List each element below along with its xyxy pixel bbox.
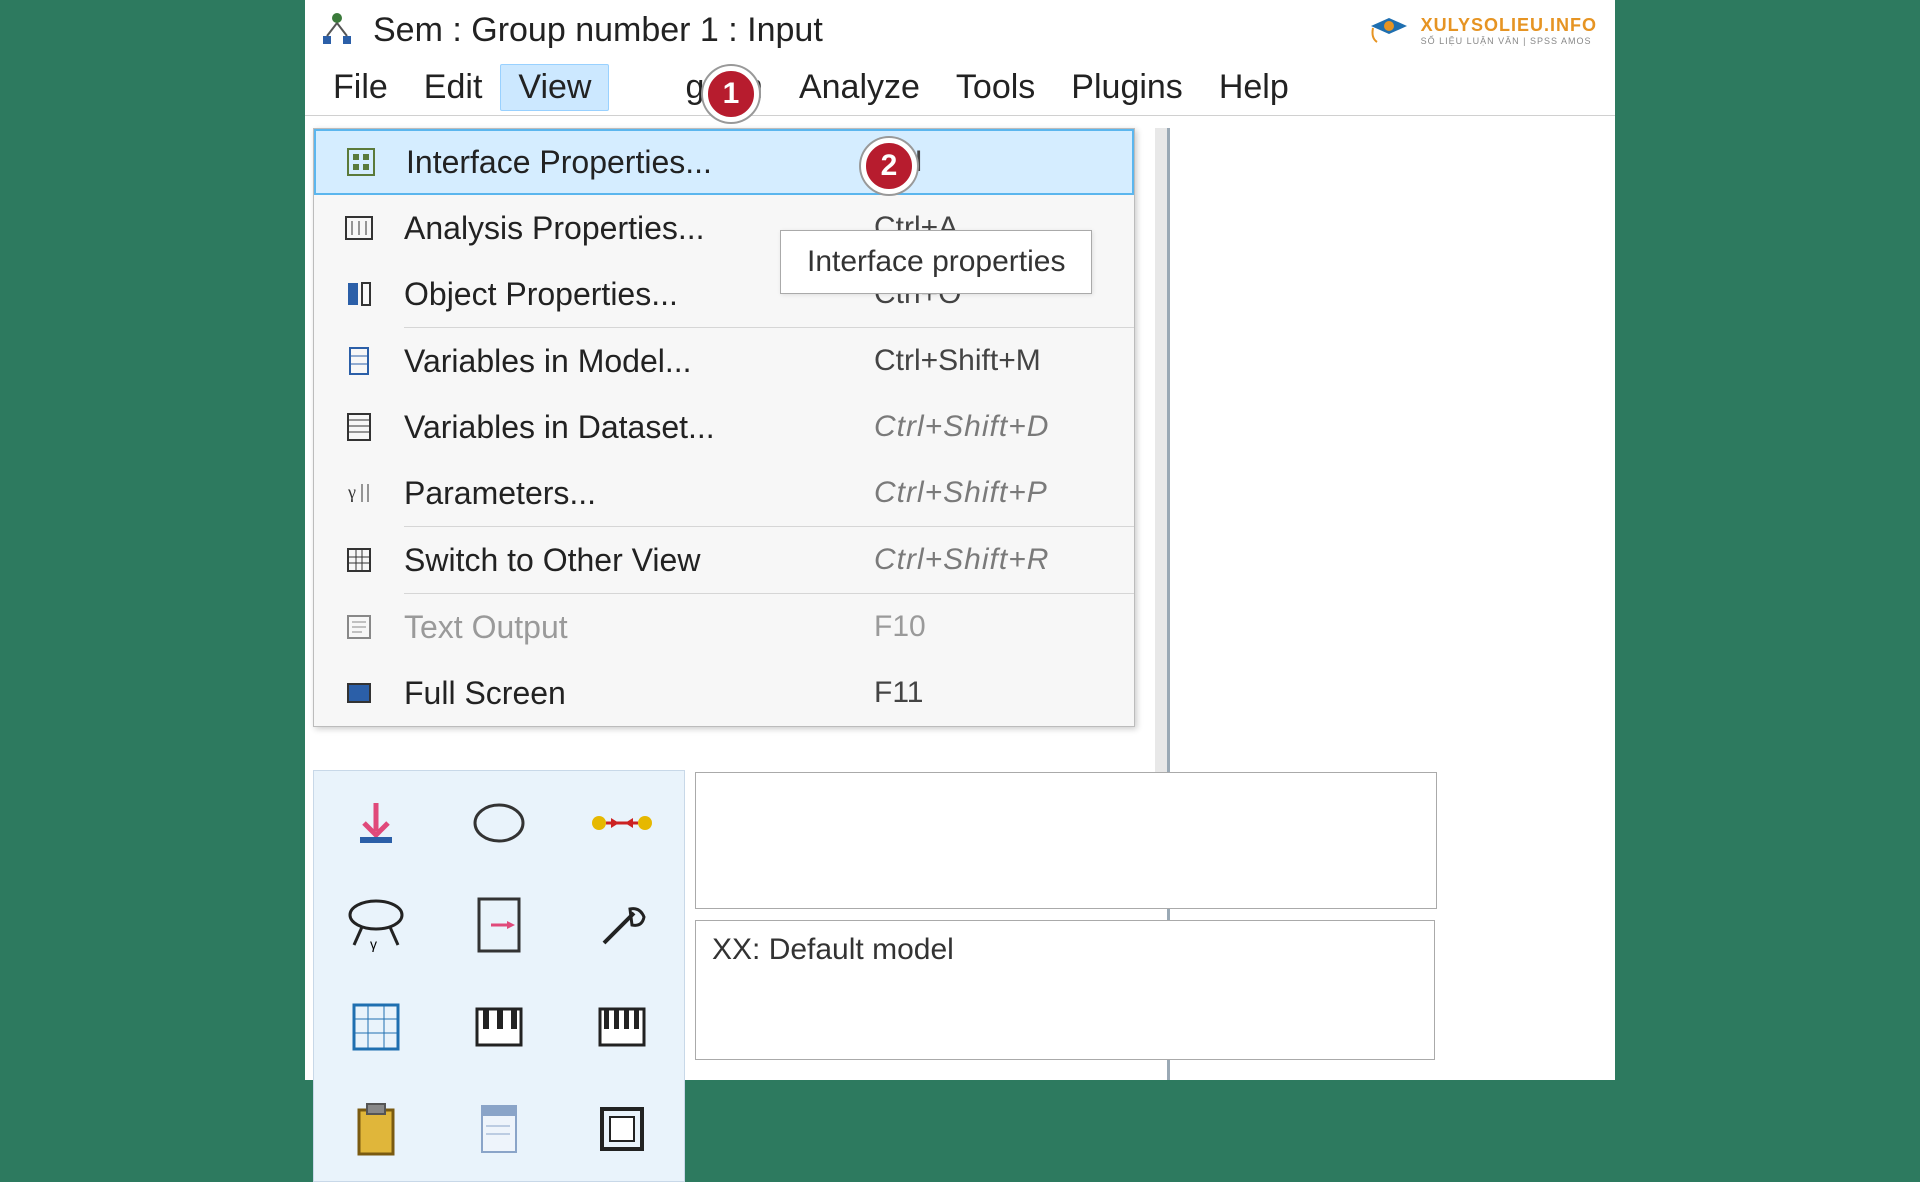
svg-text:γ: γ xyxy=(370,936,377,952)
vars-model-icon xyxy=(314,344,404,378)
analysis-icon xyxy=(314,211,404,245)
watermark-title: XULYSOLIEU.INFO xyxy=(1421,15,1597,36)
menu-item-interface-properties[interactable]: Interface Properties... trl+I xyxy=(314,129,1134,195)
menu-file[interactable]: File xyxy=(315,64,406,111)
menu-item-variables-model[interactable]: Variables in Model... Ctrl+Shift+M xyxy=(314,328,1134,394)
menu-item-label: Variables in Dataset... xyxy=(404,409,874,446)
frame-tool[interactable] xyxy=(565,1083,678,1175)
watermark: XULYSOLIEU.INFO SỐ LIỆU LUẬN VĂN | SPSS … xyxy=(1367,12,1597,48)
object-icon xyxy=(314,277,404,311)
dots-tool[interactable] xyxy=(565,777,678,869)
status-panel-lower: XX: Default model xyxy=(695,920,1435,1060)
menu-item-shortcut: Ctrl+Shift+R xyxy=(874,543,1134,577)
menu-item-label: Switch to Other View xyxy=(404,542,874,579)
doc-tool[interactable] xyxy=(443,1083,556,1175)
parameters-icon: γ xyxy=(314,476,404,510)
vars-dataset-icon xyxy=(314,410,404,444)
arrow-down-tool[interactable] xyxy=(320,777,433,869)
page-tool[interactable] xyxy=(443,879,556,971)
menu-item-label: Parameters... xyxy=(404,475,874,512)
watermark-subtitle: SỐ LIỆU LUẬN VĂN | SPSS AMOS xyxy=(1421,36,1597,46)
default-model-label: XX: Default model xyxy=(712,933,954,966)
menu-item-shortcut: F10 xyxy=(874,610,1134,644)
menu-item-shortcut: Ctrl+Shift+M xyxy=(874,344,1134,378)
menu-item-label: Interface Properties... xyxy=(406,144,872,181)
toolbox: γ xyxy=(313,770,685,1182)
props-icon xyxy=(316,145,406,179)
svg-text:γ: γ xyxy=(347,482,356,502)
latent-tool[interactable]: γ xyxy=(320,879,433,971)
window-title: Sem : Group number 1 : Input xyxy=(373,11,823,50)
menu-plugins[interactable]: Plugins xyxy=(1053,64,1201,111)
piano1-tool[interactable] xyxy=(443,981,556,1073)
menu-edit[interactable]: Edit xyxy=(406,64,501,111)
tooltip-interface-properties: Interface properties xyxy=(780,230,1092,294)
grid-icon xyxy=(314,543,404,577)
ellipse-tool[interactable] xyxy=(443,777,556,869)
view-menu-dropdown: Interface Properties... trl+I Analysis P… xyxy=(313,128,1135,727)
menu-item-shortcut: Ctrl+Shift+D xyxy=(874,410,1134,444)
menu-view[interactable]: View xyxy=(500,64,609,111)
text-output-icon xyxy=(314,610,404,644)
vertical-scrollbar[interactable] xyxy=(1155,128,1167,778)
menu-help[interactable]: Help xyxy=(1201,64,1307,111)
menu-item-full-screen[interactable]: Full Screen F11 xyxy=(314,660,1134,726)
menu-item-variables-dataset[interactable]: Variables in Dataset... Ctrl+Shift+D xyxy=(314,394,1134,460)
menu-tools[interactable]: Tools xyxy=(938,64,1053,111)
app-icon xyxy=(313,6,361,54)
menu-analyze[interactable]: Analyze xyxy=(781,64,938,111)
status-panel-upper xyxy=(695,772,1437,909)
menu-item-label: Variables in Model... xyxy=(404,343,874,380)
clipboard-tool[interactable] xyxy=(320,1083,433,1175)
menu-item-label: Text Output xyxy=(404,609,874,646)
table-tool[interactable] xyxy=(320,981,433,1073)
menubar: File Edit View gram Analyze Tools Plugin… xyxy=(305,60,1615,116)
menu-item-text-output[interactable]: Text Output F10 xyxy=(314,594,1134,660)
annotation-badge-2: 2 xyxy=(861,138,917,194)
menu-item-switch-view[interactable]: Switch to Other View Ctrl+Shift+R xyxy=(314,527,1134,593)
wand-tool[interactable] xyxy=(565,879,678,971)
annotation-badge-1: 1 xyxy=(703,66,759,122)
menu-item-shortcut: Ctrl+Shift+P xyxy=(874,476,1134,510)
app-window: Sem : Group number 1 : Input XULYSOLIEU.… xyxy=(305,0,1615,1080)
menu-item-shortcut: F11 xyxy=(874,676,1134,710)
full-screen-icon xyxy=(314,676,404,710)
menu-item-parameters[interactable]: γ Parameters... Ctrl+Shift+P xyxy=(314,460,1134,526)
watermark-icon xyxy=(1367,12,1411,48)
menu-item-label: Full Screen xyxy=(404,675,874,712)
piano2-tool[interactable] xyxy=(565,981,678,1073)
